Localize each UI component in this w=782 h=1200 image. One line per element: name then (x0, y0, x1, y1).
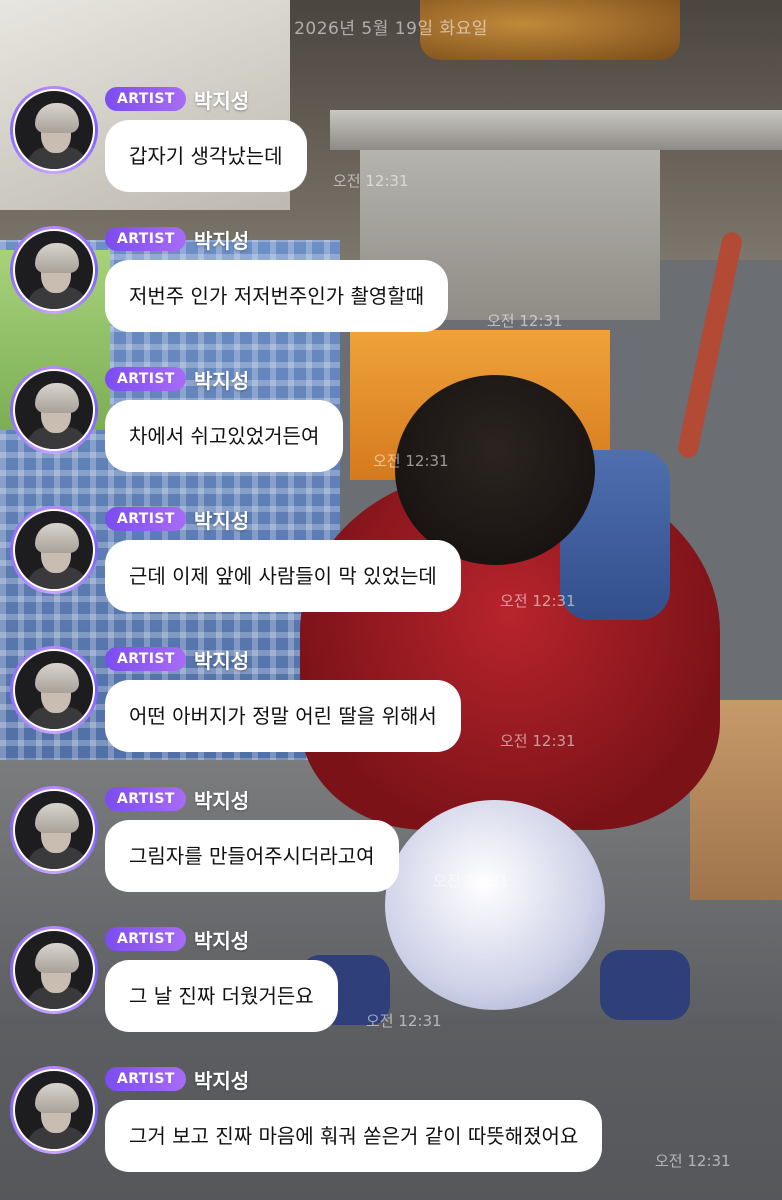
message-bubble[interactable]: 차에서 쉬고있었거든여 (105, 400, 344, 472)
message-time: 오전 12:31 (433, 872, 509, 890)
sender-name: 박지성 (194, 789, 250, 813)
message-row[interactable]: ARTIST 박지성그림자를 만들어주시더라고여오전 12:31 (0, 786, 782, 916)
artist-badge: ARTIST (105, 87, 186, 111)
sender-name: 박지성 (194, 229, 250, 253)
avatar-image (13, 509, 95, 591)
artist-badge: ARTIST (105, 507, 186, 531)
artist-avatar[interactable] (10, 506, 98, 594)
message-row[interactable]: ARTIST 박지성저번주 인가 저저번주인가 촬영할때오전 12:31 (0, 226, 782, 356)
date-header: 2026년 5월 19일 화요일 (294, 19, 488, 39)
avatar-image (13, 229, 95, 311)
message-bubble[interactable]: 저번주 인가 저저번주인가 촬영할때 (105, 260, 449, 332)
message-bubble[interactable]: 갑자기 생각났는데 (105, 120, 307, 192)
sender-name: 박지성 (194, 89, 250, 113)
artist-badge: ARTIST (105, 647, 186, 671)
avatar-image (13, 89, 95, 171)
artist-badge: ARTIST (105, 227, 186, 251)
sender-name: 박지성 (194, 369, 250, 393)
message-bubble[interactable]: 그림자를 만들어주시더라고여 (105, 820, 399, 892)
artist-avatar[interactable] (10, 926, 98, 1014)
artist-badge: ARTIST (105, 927, 186, 951)
sender-name: 박지성 (194, 929, 250, 953)
avatar-image (13, 1069, 95, 1151)
sender-name: 박지성 (194, 1069, 250, 1093)
message-row[interactable]: ARTIST 박지성그거 보고 진짜 마음에 훠궈 쏟은거 같이 따뜻해졌어요오전… (0, 1066, 782, 1196)
artist-avatar[interactable] (10, 646, 98, 734)
message-time: 오전 12:31 (366, 1012, 442, 1030)
message-row[interactable]: ARTIST 박지성그 날 진짜 더웠거든요오전 12:31 (0, 926, 782, 1056)
message-time: 오전 12:31 (333, 172, 409, 190)
message-row[interactable]: ARTIST 박지성차에서 쉬고있었거든여오전 12:31 (0, 366, 782, 496)
message-time: 오전 12:31 (373, 452, 449, 470)
message-time: 오전 12:31 (500, 732, 576, 750)
artist-avatar[interactable] (10, 366, 98, 454)
artist-avatar[interactable] (10, 1066, 98, 1154)
sender-name: 박지성 (194, 649, 250, 673)
message-row[interactable]: ARTIST 박지성갑자기 생각났는데오전 12:31 (0, 86, 782, 216)
artist-badge: ARTIST (105, 367, 186, 391)
artist-badge: ARTIST (105, 787, 186, 811)
artist-avatar[interactable] (10, 786, 98, 874)
avatar-image (13, 929, 95, 1011)
message-row[interactable]: ARTIST 박지성근데 이제 앞에 사람들이 막 있었는데오전 12:31 (0, 506, 782, 636)
avatar-image (13, 789, 95, 871)
sender-name: 박지성 (194, 509, 250, 533)
avatar-image (13, 649, 95, 731)
message-time: 오전 12:31 (655, 1152, 731, 1170)
message-time: 오전 12:31 (487, 312, 563, 330)
artist-badge: ARTIST (105, 1067, 186, 1091)
message-time: 오전 12:31 (500, 592, 576, 610)
message-bubble[interactable]: 근데 이제 앞에 사람들이 막 있었는데 (105, 540, 461, 612)
message-row[interactable]: ARTIST 박지성어떤 아버지가 정말 어린 딸을 위해서오전 12:31 (0, 646, 782, 776)
artist-avatar[interactable] (10, 86, 98, 174)
artist-avatar[interactable] (10, 226, 98, 314)
avatar-image (13, 369, 95, 451)
message-bubble[interactable]: 그 날 진짜 더웠거든요 (105, 960, 338, 1032)
message-bubble[interactable]: 그거 보고 진짜 마음에 훠궈 쏟은거 같이 따뜻해졌어요 (105, 1100, 603, 1172)
message-bubble[interactable]: 어떤 아버지가 정말 어린 딸을 위해서 (105, 680, 461, 752)
